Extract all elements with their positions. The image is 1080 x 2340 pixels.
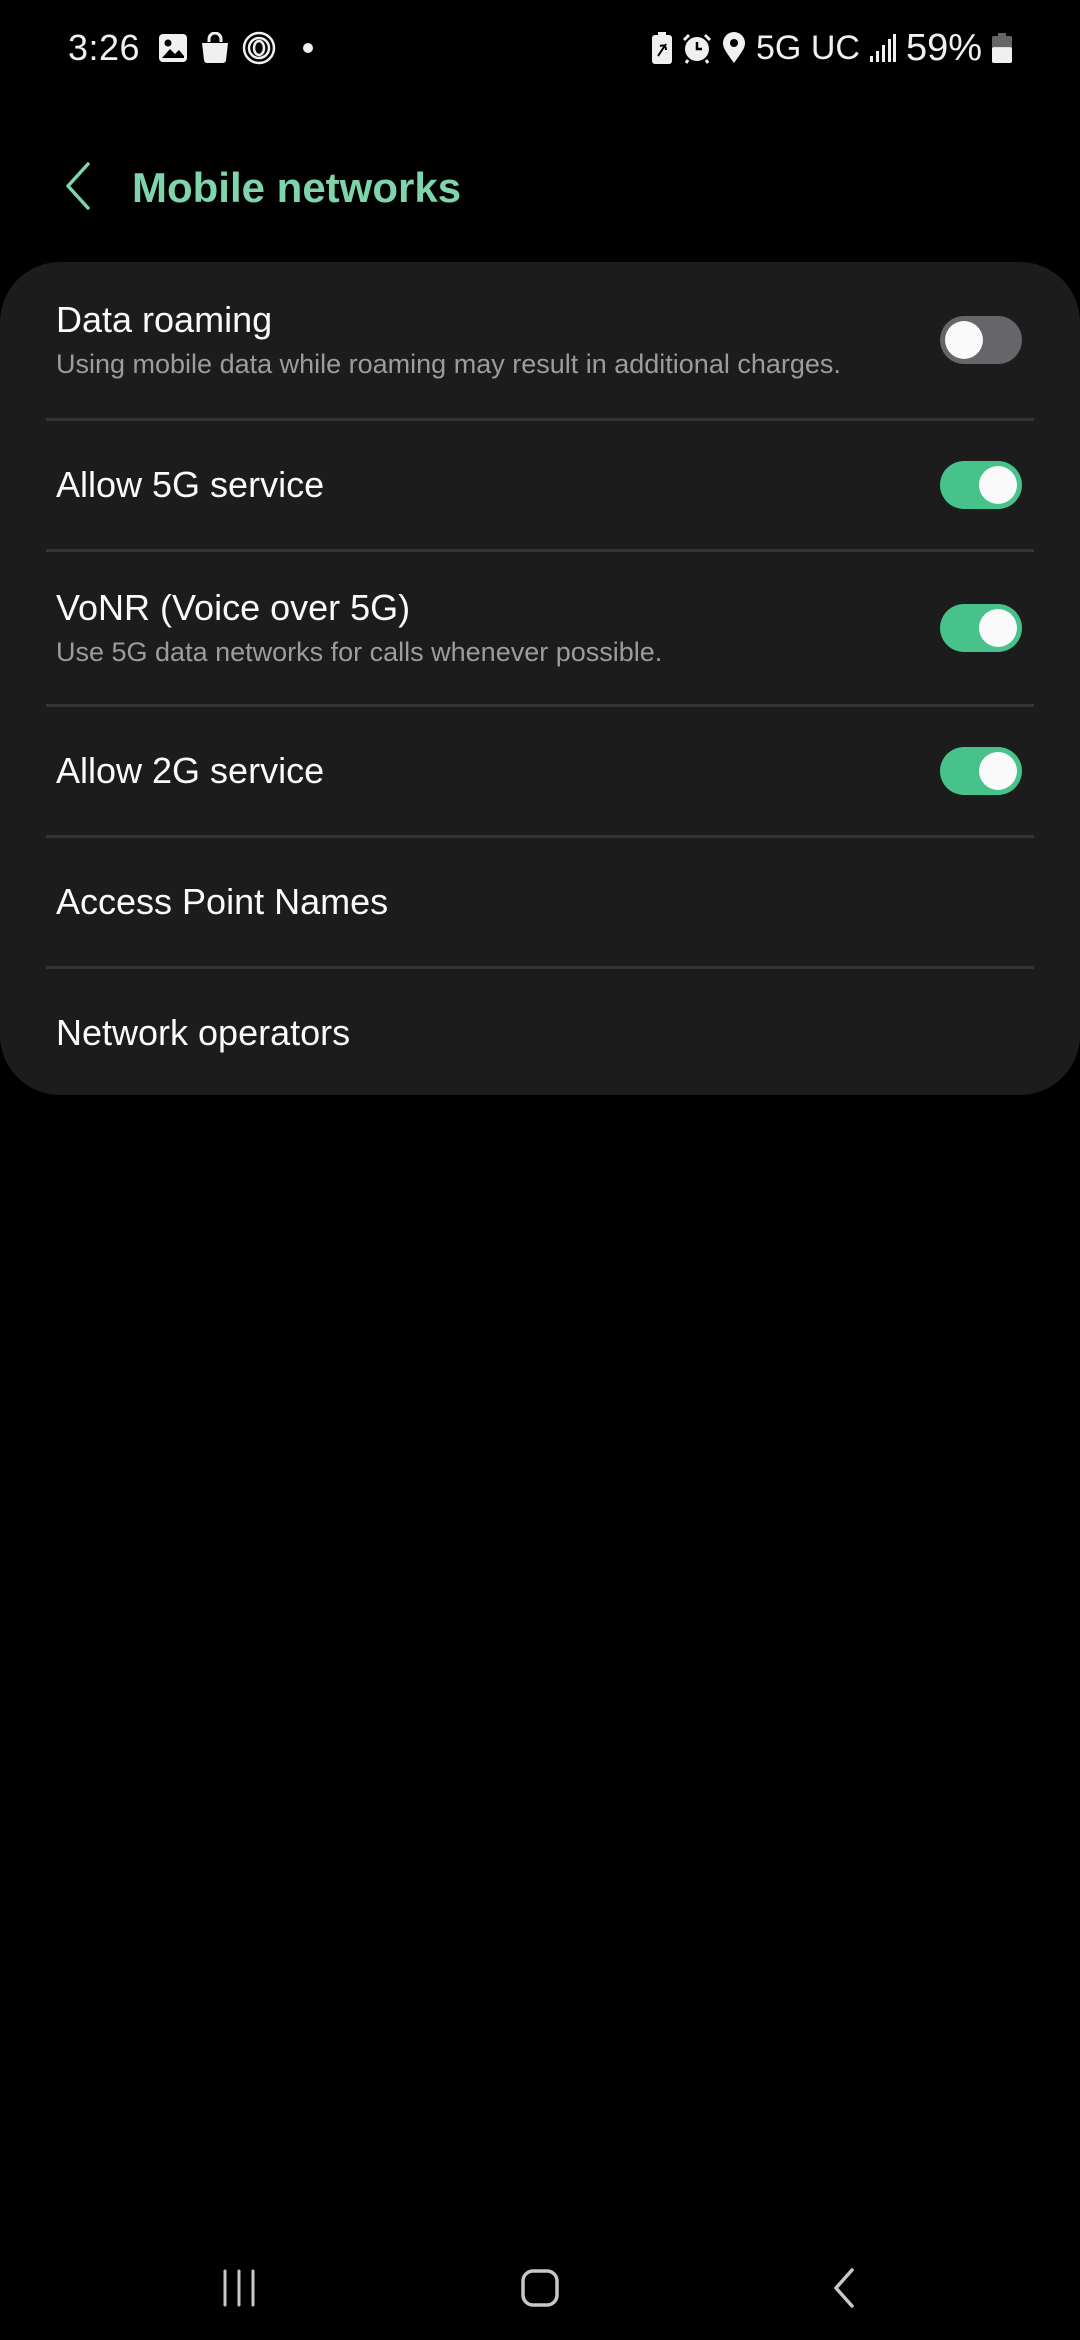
gallery-icon: [158, 33, 188, 63]
recent-apps-icon: [221, 2269, 257, 2312]
page-title: Mobile networks: [132, 164, 462, 211]
setting-vonr[interactable]: VoNR (Voice over 5G) Use 5G data network…: [0, 552, 1080, 704]
battery-saver-icon: [652, 32, 673, 64]
setting-subtitle: Use 5G data networks for calls whenever …: [56, 637, 663, 667]
setting-data-roaming[interactable]: Data roaming Using mobile data while roa…: [0, 262, 1080, 418]
setting-network-operators[interactable]: Network operators: [0, 969, 1080, 1097]
notification-dot-icon: [302, 42, 314, 54]
back-button[interactable]: [48, 158, 108, 218]
alarm-icon: [682, 32, 712, 64]
navigation-bar: [0, 2240, 1080, 2340]
battery-icon: [992, 33, 1012, 63]
network-type: 5G UC: [756, 28, 860, 67]
signal-bars-icon: [869, 34, 896, 62]
location-icon: [722, 32, 746, 64]
setting-allow-2g[interactable]: Allow 2G service: [0, 707, 1080, 835]
allow-2g-toggle[interactable]: [940, 747, 1022, 795]
recent-apps-button[interactable]: [199, 2260, 279, 2320]
setting-title: Access Point Names: [56, 881, 389, 922]
home-button[interactable]: [500, 2260, 580, 2320]
status-bar: 3:26 5G UC 59%: [0, 0, 1080, 96]
back-icon: [832, 2267, 856, 2314]
battery-percent: 59%: [905, 26, 982, 69]
system-back-button[interactable]: [804, 2260, 884, 2320]
toggle-knob: [979, 609, 1017, 647]
vonr-toggle[interactable]: [940, 604, 1022, 652]
chevron-left-icon: [64, 161, 92, 215]
setting-title: Allow 2G service: [56, 750, 325, 791]
settings-card: Data roaming Using mobile data while roa…: [0, 262, 1080, 1095]
setting-access-point-names[interactable]: Access Point Names: [0, 838, 1080, 966]
toggle-knob: [979, 752, 1017, 790]
setting-subtitle: Using mobile data while roaming may resu…: [56, 349, 841, 379]
status-bar-right: 5G UC 59%: [652, 22, 1012, 74]
data-roaming-toggle[interactable]: [940, 316, 1022, 364]
setting-title: Data roaming: [56, 299, 273, 340]
setting-title: VoNR (Voice over 5G): [56, 587, 411, 628]
clock: 3:26: [68, 27, 141, 68]
fingerprint-spiral-icon: [242, 31, 276, 65]
home-icon: [520, 2268, 560, 2313]
setting-allow-5g[interactable]: Allow 5G service: [0, 421, 1080, 549]
toggle-knob: [979, 466, 1017, 504]
app-bar: Mobile networks: [0, 140, 1080, 236]
shopping-bag-icon: [200, 32, 230, 64]
setting-title: Network operators: [56, 1012, 351, 1053]
setting-title: Allow 5G service: [56, 464, 325, 505]
status-bar-left: 3:26: [68, 22, 314, 74]
toggle-knob: [945, 321, 983, 359]
allow-5g-toggle[interactable]: [940, 461, 1022, 509]
